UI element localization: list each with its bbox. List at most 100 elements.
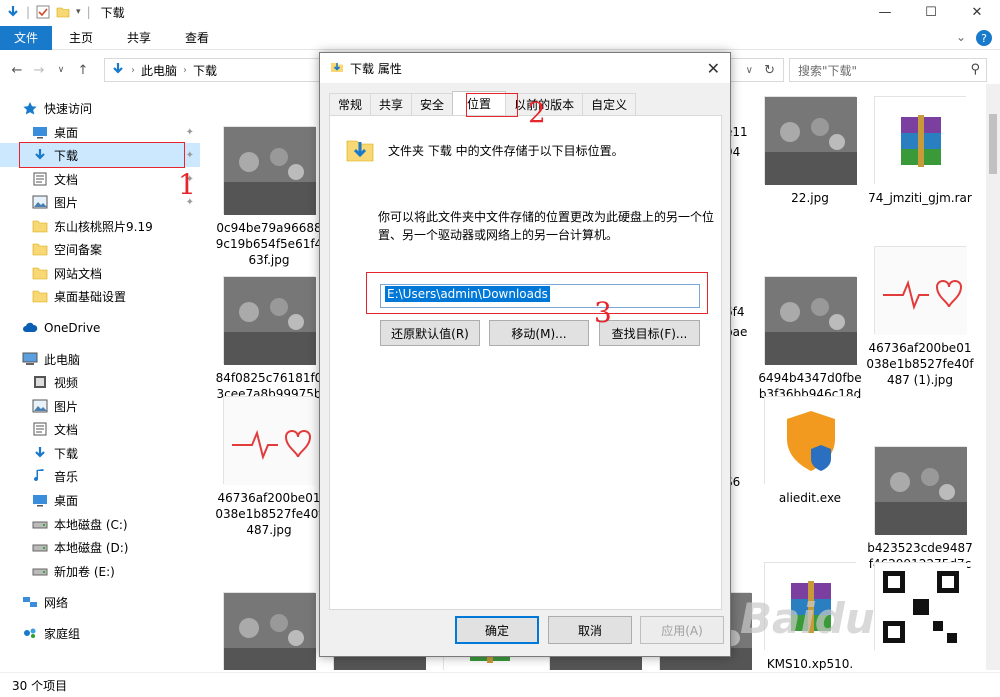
sidebar-item-label: 图片 bbox=[54, 399, 79, 414]
sidebar-item-label: 东山核桃照片9.19 bbox=[54, 219, 153, 234]
pin-icon[interactable]: ✦ bbox=[186, 150, 194, 161]
help-icon[interactable]: ? bbox=[976, 30, 992, 46]
file-name: 0c94be79a966889c19b654f5e61f463f.jpg bbox=[215, 221, 323, 267]
sidebar-item[interactable]: 文档 bbox=[0, 417, 200, 441]
sidebar-item[interactable]: 快速访问 bbox=[0, 96, 200, 120]
sidebar-item[interactable]: 家庭组 bbox=[0, 621, 200, 645]
new-folder-icon[interactable] bbox=[56, 5, 70, 19]
tab-general[interactable]: 常规 bbox=[329, 93, 372, 115]
folder-download-icon bbox=[346, 136, 374, 162]
properties-icon[interactable] bbox=[36, 5, 50, 19]
sidebar-item[interactable]: 下载 bbox=[0, 441, 200, 465]
sidebar-item-label: 下载 bbox=[54, 446, 79, 461]
download-arrow-icon[interactable] bbox=[6, 5, 20, 19]
breadcrumb-downloads[interactable]: 下载 bbox=[193, 62, 217, 79]
address-dropdown-icon[interactable]: ∨ bbox=[746, 65, 753, 76]
tab-home[interactable]: 主页 bbox=[52, 26, 110, 50]
file-item[interactable]: 74_jmziti_gjm.rar bbox=[866, 96, 974, 206]
dialog-download-icon bbox=[330, 60, 344, 77]
folder-icon bbox=[32, 289, 48, 303]
recent-locations-icon[interactable]: ∨ bbox=[50, 65, 72, 75]
sidebar-item[interactable]: 本地磁盘 (C:) bbox=[0, 512, 200, 536]
sidebar-item[interactable]: 此电脑 bbox=[0, 347, 200, 371]
sidebar-item-label: 桌面基础设置 bbox=[54, 289, 127, 304]
minimize-button[interactable]: — bbox=[862, 0, 908, 24]
sidebar-item-label: OneDrive bbox=[44, 321, 101, 335]
sidebar-item[interactable]: 东山核桃照片9.19 bbox=[0, 214, 200, 238]
tab-view[interactable]: 查看 bbox=[168, 26, 226, 50]
picture-icon bbox=[32, 195, 48, 209]
sidebar-item[interactable]: 图片 bbox=[0, 394, 200, 418]
restore-default-button[interactable]: 还原默认值(R) bbox=[380, 320, 480, 346]
scrollbar-thumb[interactable] bbox=[989, 114, 997, 174]
annotation-number-2: 2 bbox=[528, 96, 546, 129]
item-count: 30 个项目 bbox=[12, 678, 68, 693]
sidebar-item[interactable]: 网络 bbox=[0, 590, 200, 614]
tab-share[interactable]: 共享 bbox=[110, 26, 168, 50]
up-icon[interactable]: ↑ bbox=[72, 63, 94, 78]
annotation-box-path bbox=[366, 272, 708, 314]
find-target-button[interactable]: 查找目标(F)... bbox=[599, 320, 700, 346]
sidebar-item[interactable]: 本地磁盘 (D:) bbox=[0, 535, 200, 559]
maximize-button[interactable]: ☐ bbox=[908, 0, 954, 24]
heart-thumbnail-icon bbox=[874, 246, 967, 335]
document-icon bbox=[32, 172, 48, 186]
dialog-close-icon[interactable]: ✕ bbox=[707, 59, 720, 78]
sidebar-item-label: 本地磁盘 (C:) bbox=[54, 517, 128, 532]
sidebar-item[interactable]: 桌面基础设置 bbox=[0, 284, 200, 308]
breadcrumb-this-pc[interactable]: 此电脑 bbox=[141, 62, 177, 79]
file-item[interactable]: 46736af200be01038e1b8527fe40f487.jpg bbox=[215, 396, 323, 538]
photo-thumbnail-icon bbox=[223, 276, 316, 365]
ok-button[interactable]: 确定 bbox=[455, 616, 539, 644]
sidebar-item[interactable]: 空间备案 bbox=[0, 237, 200, 261]
forward-icon[interactable]: → bbox=[28, 63, 50, 78]
desktop-icon bbox=[32, 125, 48, 139]
sidebar-item[interactable]: 新加卷 (E:) bbox=[0, 559, 200, 583]
search-icon[interactable]: ⚲ bbox=[970, 62, 980, 77]
sidebar-item[interactable]: 音乐 bbox=[0, 464, 200, 488]
separator: | bbox=[26, 5, 31, 19]
drive-icon bbox=[32, 564, 48, 578]
tab-security[interactable]: 安全 bbox=[411, 93, 454, 115]
apply-button[interactable]: 应用(A) bbox=[640, 616, 724, 644]
file-item[interactable]: aliedit.exe bbox=[756, 396, 864, 506]
customize-toolbar-icon[interactable]: ▾ bbox=[76, 7, 81, 17]
sidebar-item-label: 文档 bbox=[54, 172, 79, 187]
refresh-icon[interactable]: ↻ bbox=[764, 63, 775, 78]
back-icon[interactable]: ← bbox=[6, 63, 28, 78]
sidebar-item[interactable]: OneDrive bbox=[0, 316, 200, 340]
file-item[interactable]: 0c94be79a966889c19b654f5e61f463f.jpg bbox=[215, 126, 323, 268]
sidebar-item[interactable]: 图片 ✦ bbox=[0, 190, 200, 214]
qr-thumbnail-icon bbox=[874, 562, 967, 651]
annotation-number-1: 1 bbox=[178, 168, 196, 201]
move-button[interactable]: 移动(M)... bbox=[489, 320, 589, 346]
heart-thumbnail-icon bbox=[223, 396, 316, 485]
photo-thumbnail-icon bbox=[223, 126, 316, 215]
ribbon-tabs: 文件 主页 共享 查看 ⌄ ? bbox=[0, 25, 1000, 50]
file-item[interactable]: 46736af200be01038e1b8527fe40f487 (1).jpg bbox=[866, 246, 974, 388]
sidebar-item[interactable]: 网站文档 bbox=[0, 261, 200, 285]
music-icon bbox=[32, 469, 48, 483]
expand-ribbon-icon[interactable]: ⌄ bbox=[956, 30, 966, 46]
close-button[interactable]: ✕ bbox=[954, 0, 1000, 24]
sidebar-item[interactable]: 文档 ✦ bbox=[0, 167, 200, 191]
tab-file[interactable]: 文件 bbox=[0, 25, 52, 50]
sidebar-item-label: 图片 bbox=[54, 195, 79, 210]
file-item[interactable]: ba21c0b1bcb30 bbox=[215, 592, 323, 670]
sidebar-item-label: 文档 bbox=[54, 422, 79, 437]
file-item[interactable]: 22.jpg bbox=[756, 96, 864, 206]
file-item[interactable] bbox=[866, 562, 974, 656]
pin-icon[interactable]: ✦ bbox=[186, 127, 194, 138]
search-placeholder: 搜索"下载" bbox=[798, 63, 858, 78]
tab-customize[interactable]: 自定义 bbox=[582, 93, 637, 115]
sidebar-item[interactable]: 视频 bbox=[0, 370, 200, 394]
file-name: KMS10.xp510. bbox=[766, 657, 854, 670]
tab-sharing[interactable]: 共享 bbox=[370, 93, 413, 115]
sidebar-item[interactable]: 桌面 ✦ bbox=[0, 120, 200, 144]
vertical-scrollbar[interactable] bbox=[986, 84, 1000, 670]
search-input[interactable]: 搜索"下载" ⚲ bbox=[789, 58, 987, 82]
sidebar-item[interactable]: 桌面 bbox=[0, 488, 200, 512]
cancel-button[interactable]: 取消 bbox=[548, 616, 632, 644]
sidebar-item-label: 视频 bbox=[54, 375, 79, 390]
star-icon bbox=[22, 101, 38, 115]
